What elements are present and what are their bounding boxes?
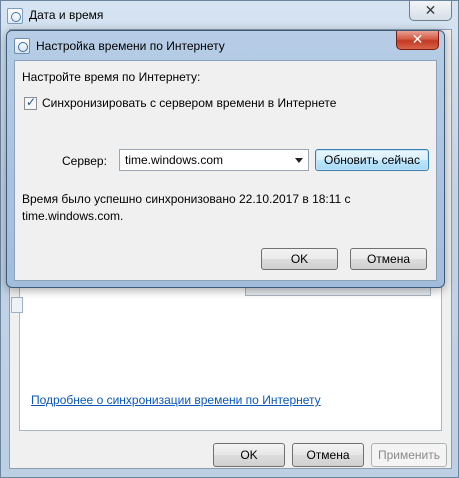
server-value: time.windows.com xyxy=(125,153,224,167)
sync-status-text: Время было успешно синхронизовано 22.10.… xyxy=(22,191,422,225)
clock-icon xyxy=(7,8,23,24)
sync-checkbox[interactable] xyxy=(24,95,37,110)
clock-icon xyxy=(14,38,30,54)
sync-status-line-1: Время было успешно синхронизовано 22.10.… xyxy=(22,192,351,206)
dialog-title: Настройка времени по Интернету xyxy=(36,39,225,53)
parent-titlebar[interactable]: Дата и время ✕ xyxy=(1,1,458,31)
parent-apply-button[interactable]: Применить xyxy=(371,443,447,467)
dialog-body: Настройте время по Интернету: Синхронизи… xyxy=(14,60,437,281)
sync-checkbox-row[interactable]: Синхронизировать с сервером времени в Ин… xyxy=(24,95,337,110)
chevron-down-icon[interactable] xyxy=(295,158,303,163)
dialog-heading: Настройте время по Интернету: xyxy=(22,70,201,84)
server-dropdown[interactable]: time.windows.com xyxy=(119,149,309,171)
dialog-cancel-button[interactable]: Отмена xyxy=(350,248,427,270)
update-now-button[interactable]: Обновить сейчас xyxy=(315,149,429,171)
parent-obscured-icon xyxy=(11,297,23,313)
parent-window-title: Дата и время xyxy=(29,8,104,22)
server-label: Сервер: xyxy=(62,154,107,168)
dialog-ok-button[interactable]: OK xyxy=(261,248,338,270)
internet-time-settings-dialog: Настройка времени по Интернету ✕ Настрой… xyxy=(6,30,445,288)
sync-status-line-2: time.windows.com. xyxy=(22,209,124,223)
parent-ok-button[interactable]: OK xyxy=(213,443,285,467)
parent-cancel-button[interactable]: Отмена xyxy=(292,443,364,467)
sync-checkbox-label: Синхронизировать с сервером времени в Ин… xyxy=(42,96,337,110)
sync-info-link[interactable]: Подробнее о синхронизации времени по Инт… xyxy=(31,393,321,407)
parent-close-button[interactable]: ✕ xyxy=(409,1,452,21)
dialog-close-button[interactable]: ✕ xyxy=(396,31,439,50)
